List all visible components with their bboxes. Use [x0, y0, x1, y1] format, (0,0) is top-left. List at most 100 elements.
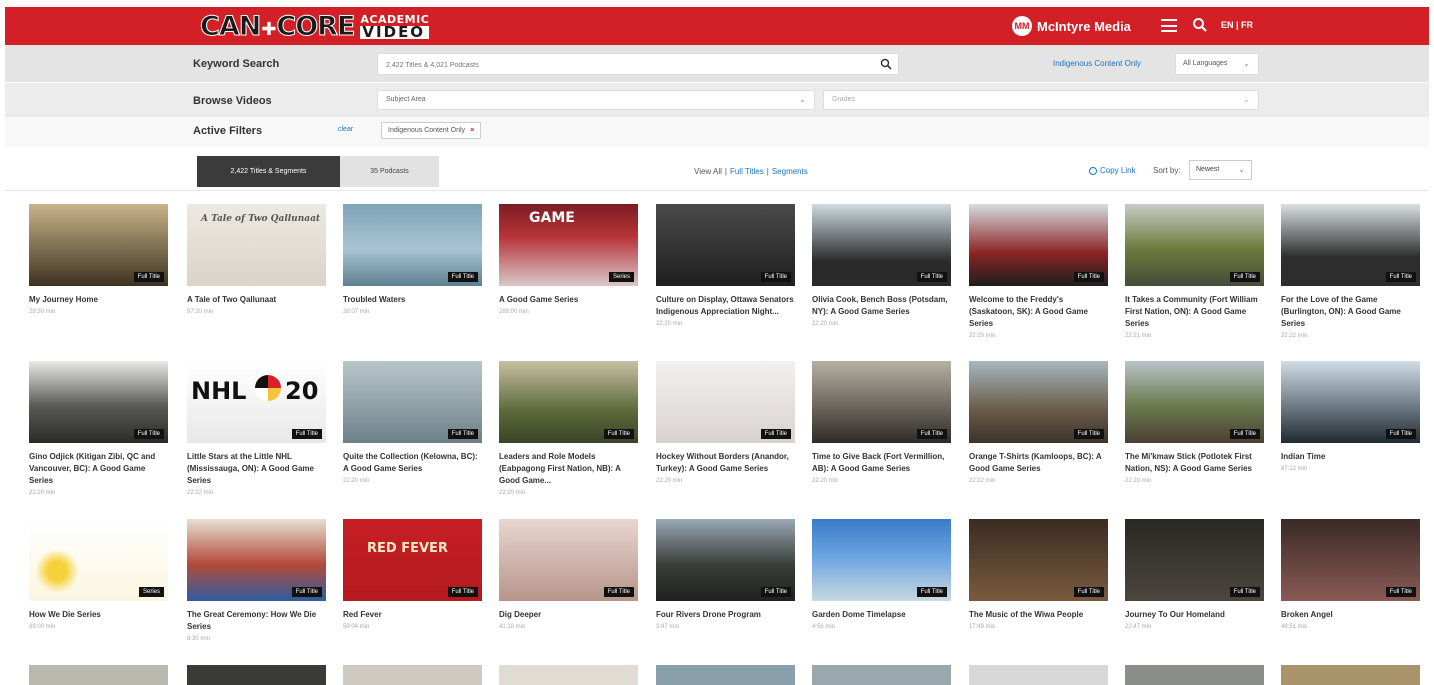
video-card[interactable]: A Tale of Two Qallunaat A Tale of Two Qal…	[187, 204, 326, 315]
video-card[interactable]: Full Title Journey To Our Homeland 22:47 m…	[1125, 519, 1264, 630]
video-card[interactable]: GAME Series A Good Game Series 288:00 min	[499, 204, 638, 315]
video-card[interactable]: Full Title Leaders and Role Models (Eabpa…	[499, 361, 638, 496]
video-title[interactable]: For the Love of the Game (Burlington, ON…	[1281, 294, 1420, 330]
video-thumbnail[interactable]: Full Title	[812, 204, 951, 286]
video-title[interactable]: Welcome to the Freddy's (Saskatoon, SK):…	[969, 294, 1108, 330]
video-card[interactable]: Full Title Troubled Waters 38:07 min	[343, 204, 482, 315]
video-card[interactable]: Full Title Dig Deeper 41:18 min	[499, 519, 638, 630]
video-title[interactable]: Troubled Waters	[343, 294, 482, 306]
video-title[interactable]: The Great Ceremony: How We Die Series	[187, 609, 326, 633]
video-title[interactable]: Indian Time	[1281, 451, 1420, 463]
video-thumbnail[interactable]	[656, 665, 795, 685]
video-title[interactable]: Orange T-Shirts (Kamloops, BC): A Good G…	[969, 451, 1108, 475]
full-titles-link[interactable]: Full Titles	[730, 167, 764, 176]
video-thumbnail[interactable]: Full Title	[656, 361, 795, 443]
video-thumbnail[interactable]: Full Title	[969, 361, 1108, 443]
video-thumbnail[interactable]: RED FEVER Full Title	[343, 519, 482, 601]
video-card[interactable]: Full Title Gino Odjick (Kitigan Zibi, QC …	[29, 361, 168, 496]
sort-select[interactable]: Newest ⌄	[1189, 160, 1252, 180]
video-title[interactable]: Hockey Without Borders (Anandor, Turkey)…	[656, 451, 795, 475]
video-title[interactable]: Garden Dome Timelapse	[812, 609, 951, 621]
indigenous-content-link[interactable]: Indigenous Content Only	[1053, 59, 1141, 68]
video-thumbnail[interactable]: Full Title	[1281, 204, 1420, 286]
mcintyre-media-brand[interactable]: MM McIntyre Media	[1012, 16, 1131, 36]
video-card[interactable]: Series How We Die Series 89:00 min	[29, 519, 168, 630]
video-title[interactable]: Olivia Cook, Bench Boss (Potsdam, NY): A…	[812, 294, 951, 318]
video-thumbnail[interactable]: Full Title	[499, 361, 638, 443]
video-thumbnail[interactable]: Full Title	[812, 519, 951, 601]
video-thumbnail[interactable]: Full Title	[499, 519, 638, 601]
subject-area-select[interactable]: Subject Area ⌄	[377, 90, 815, 110]
cancore-logo[interactable]: CAN✚CORE ACADEMIC VIDEO	[199, 10, 430, 42]
video-card[interactable]: Full Title Quite the Collection (Kelowna,…	[343, 361, 482, 484]
video-card[interactable]: Full Title Four Rivers Drone Program 3:47 …	[656, 519, 795, 630]
video-card[interactable]: Full Title For the Love of the Game (Burl…	[1281, 204, 1420, 339]
tab-titles-segments[interactable]: 2,422 Titles & Segments	[197, 156, 340, 187]
video-card[interactable]: Full Title Welcome to the Freddy's (Saska…	[969, 204, 1108, 339]
video-title[interactable]: Gino Odjick (Kitigan Zibi, QC and Vancou…	[29, 451, 168, 487]
language-select[interactable]: All Languages ⌄	[1175, 53, 1259, 75]
video-thumbnail[interactable]: Full Title	[656, 519, 795, 601]
keyword-search-input[interactable]	[378, 55, 858, 76]
video-thumbnail[interactable]: Full Title	[187, 519, 326, 601]
video-title[interactable]: Four Rivers Drone Program	[656, 609, 795, 621]
video-title[interactable]: A Good Game Series	[499, 294, 638, 306]
video-thumbnail[interactable]: Full Title	[1125, 361, 1264, 443]
video-card[interactable]: Full Title Orange T-Shirts (Kamloops, BC)…	[969, 361, 1108, 484]
video-thumbnail[interactable]: Full Title	[1125, 519, 1264, 601]
video-thumbnail[interactable]: A Tale of Two Qallunaat	[187, 204, 326, 286]
video-thumbnail[interactable]: Full Title	[1281, 361, 1420, 443]
clear-filters-link[interactable]: clear	[338, 126, 353, 133]
video-title[interactable]: It Takes a Community (Fort William First…	[1125, 294, 1264, 330]
segments-link[interactable]: Segments	[772, 167, 808, 176]
video-thumbnail[interactable]	[1281, 665, 1420, 685]
video-title[interactable]: Culture on Display, Ottawa Senators Indi…	[656, 294, 795, 318]
video-thumbnail[interactable]: Full Title	[656, 204, 795, 286]
video-card[interactable]: Full Title Garden Dome Timelapse 4:56 min	[812, 519, 951, 630]
video-title[interactable]: The Mi'kmaw Stick (Potlotek First Nation…	[1125, 451, 1264, 475]
video-card[interactable]: Full Title Culture on Display, Ottawa Sen…	[656, 204, 795, 327]
video-thumbnail[interactable]	[969, 665, 1108, 685]
video-card[interactable]: Full Title The Mi'kmaw Stick (Potlotek Fi…	[1125, 361, 1264, 484]
video-title[interactable]: Dig Deeper	[499, 609, 638, 621]
video-thumbnail[interactable]: Series	[29, 519, 168, 601]
video-thumbnail[interactable]: Full Title	[969, 519, 1108, 601]
video-title[interactable]: Time to Give Back (Fort Vermillion, AB):…	[812, 451, 951, 475]
video-card[interactable]: Full Title The Great Ceremony: How We Die…	[187, 519, 326, 642]
video-thumbnail[interactable]	[812, 665, 951, 685]
video-thumbnail[interactable]: Full Title	[29, 361, 168, 443]
video-card[interactable]: Full Title Olivia Cook, Bench Boss (Potsd…	[812, 204, 951, 327]
video-thumbnail[interactable]	[343, 665, 482, 685]
video-card[interactable]: NHL 20 Full Title Little Stars at the Littl…	[187, 361, 326, 496]
video-title[interactable]: Little Stars at the Little NHL (Mississa…	[187, 451, 326, 487]
video-card[interactable]: Full Title Time to Give Back (Fort Vermil…	[812, 361, 951, 484]
video-thumbnail[interactable]: Full Title	[1125, 204, 1264, 286]
video-thumbnail[interactable]: GAME Series	[499, 204, 638, 286]
video-card[interactable]: Full Title It Takes a Community (Fort Wil…	[1125, 204, 1264, 339]
video-thumbnail[interactable]: Full Title	[343, 204, 482, 286]
tab-podcasts[interactable]: 35 Podcasts	[340, 156, 439, 187]
view-all-link[interactable]: View All	[694, 167, 722, 176]
video-thumbnail[interactable]	[187, 665, 326, 685]
video-card[interactable]: Full Title The Music of the Wiwa People 17…	[969, 519, 1108, 630]
video-card[interactable]: Full Title Hockey Without Borders (Anando…	[656, 361, 795, 484]
video-title[interactable]: A Tale of Two Qallunaat	[187, 294, 326, 306]
video-title[interactable]: Journey To Our Homeland	[1125, 609, 1264, 621]
copy-link-button[interactable]: Copy Link	[1089, 166, 1136, 175]
video-title[interactable]: Leaders and Role Models (Eabpagong First…	[499, 451, 638, 487]
video-title[interactable]: The Music of the Wiwa People	[969, 609, 1108, 621]
video-thumbnail[interactable]	[29, 665, 168, 685]
menu-icon[interactable]	[1161, 19, 1177, 32]
grades-select[interactable]: Grades ⌄	[823, 90, 1259, 110]
video-title[interactable]: Red Fever	[343, 609, 482, 621]
video-thumbnail[interactable]: Full Title	[812, 361, 951, 443]
video-card[interactable]: RED FEVER Full Title Red Fever 59:04 min	[343, 519, 482, 630]
video-thumbnail[interactable]: NHL 20 Full Title	[187, 361, 326, 443]
search-icon[interactable]	[1192, 17, 1208, 33]
video-thumbnail[interactable]	[1125, 665, 1264, 685]
search-icon[interactable]	[880, 58, 892, 70]
video-title[interactable]: Quite the Collection (Kelowna, BC): A Go…	[343, 451, 482, 475]
video-card[interactable]: Full Title Broken Angel 48:51 min	[1281, 519, 1420, 630]
close-icon[interactable]: ×	[470, 127, 474, 134]
video-thumbnail[interactable]: Full Title	[969, 204, 1108, 286]
